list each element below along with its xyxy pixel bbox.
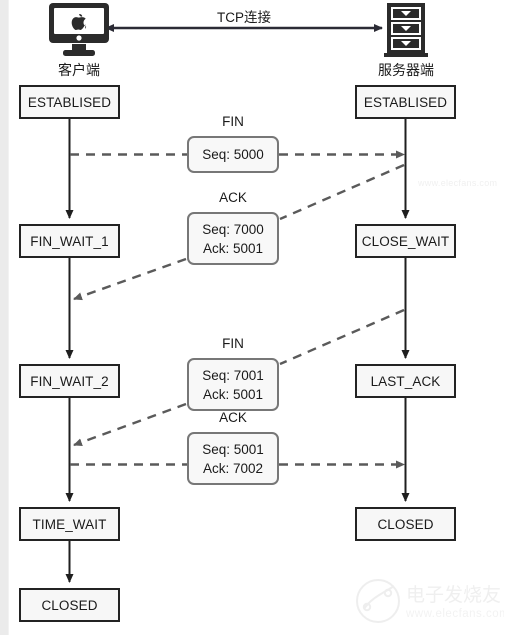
message-arrow-fin-2-right — [279, 308, 405, 366]
message-box-fin-1: Seq: 5000 — [187, 136, 279, 173]
state-label: CLOSED — [41, 597, 98, 613]
message-ack: Ack: 7002 — [202, 460, 264, 476]
client-state-established: ESTABLISED — [19, 85, 120, 119]
diagram-canvas: 客户端 服务器端 TCP连接 ESTABLISED FIN_WAIT_1 FIN… — [0, 0, 510, 635]
state-label: ESTABLISED — [363, 94, 448, 110]
message-seq: Seq: 5001 — [202, 441, 264, 457]
message-arrow-fin-2-left — [73, 402, 187, 447]
server-state-close-wait: CLOSE_WAIT — [355, 224, 456, 258]
server-rack-icon — [384, 3, 428, 57]
client-caption: 客户端 — [58, 63, 100, 79]
client-icon-wrapper — [47, 2, 111, 58]
server-state-last-ack: LAST_ACK — [355, 364, 456, 398]
message-seq: Seq: 7000 — [202, 221, 264, 237]
server-caption: 服务器端 — [378, 63, 434, 79]
message-seq: Seq: 7001 — [202, 367, 264, 383]
message-label-ack-2: ACK — [219, 410, 247, 425]
message-label-fin-2: FIN — [222, 336, 244, 351]
message-seq: Seq: 5000 — [202, 147, 264, 162]
state-label: CLOSE_WAIT — [361, 233, 450, 249]
server-icon-wrapper — [383, 2, 429, 58]
server-state-closed: CLOSED — [355, 507, 456, 541]
client-state-fin-wait-1: FIN_WAIT_1 — [19, 224, 120, 258]
message-label-ack-1: ACK — [219, 190, 247, 205]
client-state-fin-wait-2: FIN_WAIT_2 — [19, 364, 120, 398]
message-box-ack-1: Seq: 7000 Ack: 5001 — [187, 212, 279, 265]
imac-computer-icon — [49, 3, 109, 56]
state-label: FIN_WAIT_2 — [30, 373, 109, 389]
server-state-established: ESTABLISED — [355, 85, 456, 119]
message-ack: Ack: 5001 — [202, 386, 264, 402]
message-box-fin-2: Seq: 7001 Ack: 5001 — [187, 358, 279, 411]
state-label: ESTABLISED — [27, 94, 112, 110]
state-label: CLOSED — [377, 516, 434, 532]
message-label-fin-1: FIN — [222, 114, 244, 129]
client-state-time-wait: TIME_WAIT — [19, 507, 120, 541]
state-label: TIME_WAIT — [32, 516, 107, 532]
message-box-ack-2: Seq: 5001 Ack: 7002 — [187, 432, 279, 485]
tcp-link-label: TCP连接 — [217, 10, 271, 25]
message-arrow-ack-1-left — [73, 257, 187, 301]
client-state-closed: CLOSED — [19, 588, 120, 622]
state-label: FIN_WAIT_1 — [30, 233, 109, 249]
message-arrow-ack-1-right — [279, 163, 405, 221]
message-ack: Ack: 5001 — [202, 240, 264, 256]
state-label: LAST_ACK — [370, 373, 441, 389]
